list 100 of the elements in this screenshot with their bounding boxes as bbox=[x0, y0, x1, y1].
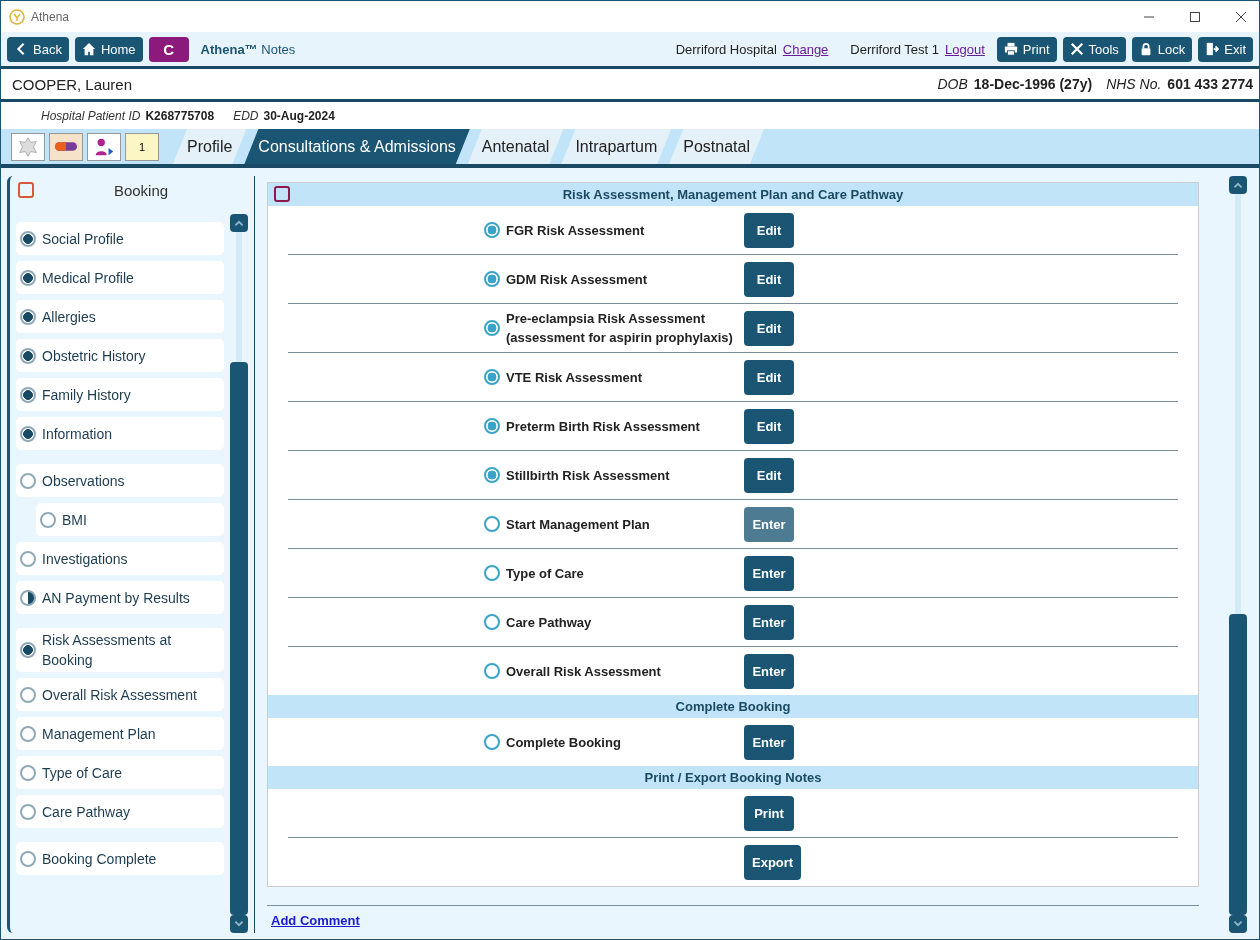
action-button[interactable]: Enter bbox=[744, 555, 794, 591]
note-icon-button[interactable]: 1 bbox=[125, 132, 159, 161]
tab[interactable]: Consultations & Admissions bbox=[244, 129, 470, 164]
action-button[interactable]: Enter bbox=[744, 724, 794, 760]
sidebar-title: Booking bbox=[112, 181, 170, 199]
sidebar-item[interactable]: Investigations bbox=[16, 542, 224, 575]
home-button[interactable]: Home bbox=[74, 36, 143, 62]
row-label: Type of Care bbox=[506, 564, 585, 583]
tools-icon bbox=[1069, 42, 1084, 56]
action-button[interactable]: Edit bbox=[744, 261, 794, 297]
radio-button[interactable] bbox=[484, 418, 500, 434]
status-radio-icon bbox=[40, 511, 56, 528]
home-icon bbox=[81, 42, 96, 56]
sidebar-item[interactable]: Family History bbox=[16, 378, 224, 411]
lock-button[interactable]: Lock bbox=[1131, 36, 1193, 62]
sidebar-item[interactable]: BMI bbox=[36, 503, 224, 536]
action-button[interactable]: Print bbox=[744, 795, 794, 831]
radio-button[interactable] bbox=[484, 663, 500, 679]
tools-button[interactable]: Tools bbox=[1062, 36, 1126, 62]
app-logo-icon bbox=[9, 8, 25, 25]
row-label: Stillbirth Risk Assessment bbox=[506, 466, 671, 485]
pill-icon-button[interactable] bbox=[49, 132, 83, 161]
user-name: Derriford Test 1 bbox=[850, 41, 939, 57]
status-radio-icon bbox=[20, 472, 36, 489]
hospital-id-label: Hospital Patient ID bbox=[41, 108, 141, 123]
back-button[interactable]: Back bbox=[7, 36, 69, 62]
section-header: Complete Booking bbox=[268, 695, 1198, 718]
patient-name: COOPER, Lauren bbox=[12, 75, 133, 93]
edd-value: 30-Aug-2024 bbox=[263, 108, 335, 123]
action-button[interactable]: Edit bbox=[744, 408, 794, 444]
sidebar-item[interactable]: Care Pathway bbox=[16, 795, 224, 828]
scroll-up-button[interactable] bbox=[1229, 176, 1247, 194]
action-button[interactable]: Export bbox=[744, 844, 802, 880]
c-button[interactable]: C bbox=[148, 36, 189, 62]
action-button[interactable]: Edit bbox=[744, 457, 794, 493]
scroll-up-button[interactable] bbox=[230, 214, 248, 232]
sidebar-item[interactable]: Overall Risk Assessment bbox=[16, 678, 224, 711]
status-radio-icon bbox=[20, 850, 36, 867]
sidebar-item[interactable]: Observations bbox=[16, 464, 224, 497]
sidebar-item[interactable]: Information bbox=[16, 417, 224, 450]
scrollbar-thumb[interactable] bbox=[1229, 614, 1247, 915]
section-header: Print / Export Booking Notes bbox=[268, 766, 1198, 789]
hospital-id-value: K268775708 bbox=[145, 108, 215, 123]
action-button[interactable]: Edit bbox=[744, 212, 794, 248]
status-radio-icon bbox=[20, 764, 36, 781]
row-label: Start Management Plan bbox=[506, 515, 651, 534]
dob-value: 18-Dec-1996 (27y) bbox=[973, 76, 1093, 92]
radio-button[interactable] bbox=[484, 467, 500, 483]
radio-button[interactable] bbox=[484, 222, 500, 238]
row-label: VTE Risk Assessment bbox=[506, 368, 644, 387]
action-button[interactable]: Enter bbox=[744, 604, 794, 640]
action-button[interactable]: Edit bbox=[744, 359, 794, 395]
row-label: Preterm Birth Risk Assessment bbox=[506, 417, 701, 436]
radio-button[interactable] bbox=[484, 734, 500, 750]
row-label: Complete Booking bbox=[506, 733, 622, 752]
person-icon-button[interactable] bbox=[87, 132, 121, 161]
action-button[interactable]: Enter bbox=[744, 653, 794, 689]
print-button[interactable]: Print bbox=[996, 36, 1057, 62]
tab[interactable]: Intrapartum bbox=[561, 129, 672, 164]
scroll-down-button[interactable] bbox=[1229, 915, 1247, 933]
radio-button[interactable] bbox=[484, 369, 500, 385]
window-title: Athena bbox=[31, 9, 70, 24]
dob-label: DOB bbox=[937, 76, 968, 92]
change-link[interactable]: Change bbox=[782, 41, 829, 57]
scrollbar-thumb[interactable] bbox=[230, 362, 248, 915]
status-radio-icon bbox=[20, 686, 36, 703]
printer-icon bbox=[1003, 42, 1018, 56]
add-comment-link[interactable]: Add Comment bbox=[271, 913, 360, 928]
status-radio-icon bbox=[20, 425, 36, 442]
maximize-icon[interactable] bbox=[1189, 10, 1201, 23]
sidebar-item[interactable]: Medical Profile bbox=[16, 261, 224, 294]
flower-icon-button[interactable] bbox=[11, 132, 45, 161]
radio-button[interactable] bbox=[484, 271, 500, 287]
tab[interactable]: Antenatal bbox=[467, 129, 564, 164]
sidebar-item[interactable]: Management Plan bbox=[16, 717, 224, 750]
tab[interactable]: Profile bbox=[173, 129, 247, 164]
status-radio-icon bbox=[20, 803, 36, 820]
row-label: Pre-eclampsia Risk Assessment (assessment for aspirin prophylaxis) bbox=[506, 310, 734, 347]
status-radio-icon bbox=[20, 269, 36, 286]
sidebar-item[interactable]: Type of Care bbox=[16, 756, 224, 789]
row-label: Care Pathway bbox=[506, 613, 593, 632]
row-label: Overall Risk Assessment bbox=[506, 662, 662, 681]
exit-button[interactable]: Exit bbox=[1198, 36, 1253, 62]
tab[interactable]: Postnatal bbox=[669, 129, 764, 164]
radio-button[interactable] bbox=[484, 320, 500, 336]
scroll-down-button[interactable] bbox=[230, 915, 248, 933]
status-radio-icon bbox=[20, 230, 36, 247]
sidebar-item[interactable]: AN Payment by Results bbox=[16, 581, 224, 614]
edd-label: EDD bbox=[233, 108, 259, 123]
sidebar-item[interactable]: Booking Complete bbox=[16, 842, 224, 875]
radio-button[interactable] bbox=[484, 565, 500, 581]
sidebar-item[interactable]: Allergies bbox=[16, 300, 224, 333]
logout-link[interactable]: Logout bbox=[945, 41, 985, 57]
sidebar-item[interactable]: Social Profile bbox=[16, 222, 224, 255]
close-icon[interactable] bbox=[1235, 10, 1247, 23]
action-button[interactable]: Edit bbox=[744, 310, 794, 346]
radio-button[interactable] bbox=[484, 614, 500, 630]
sidebar-item[interactable]: Obstetric History bbox=[16, 339, 224, 372]
sidebar-item[interactable]: Risk Assessments at Booking bbox=[16, 628, 224, 672]
status-radio-icon bbox=[20, 347, 36, 364]
